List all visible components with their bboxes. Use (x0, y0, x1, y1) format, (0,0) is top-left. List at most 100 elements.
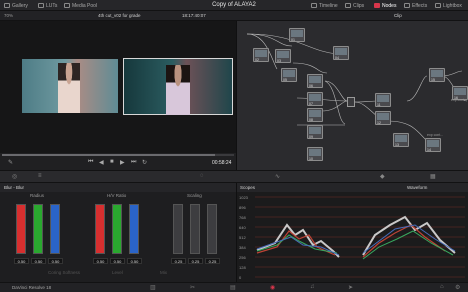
node[interactable]: 03 (275, 49, 291, 63)
rgb-mixer-icon[interactable]: ≡ (38, 173, 42, 179)
level-label: Level (112, 270, 123, 275)
scopes-icon[interactable]: ▦ (430, 173, 436, 180)
ratio-green-value[interactable]: 0.50 (110, 258, 125, 264)
play-icon[interactable]: ▶ (120, 159, 125, 166)
graded-image (123, 58, 233, 115)
ratio-blue-slider[interactable] (129, 204, 139, 254)
timeline-tab[interactable]: Timeline (311, 1, 338, 10)
duration-timecode: 00:58:24 (212, 160, 232, 166)
node[interactable]: 06 (307, 74, 323, 88)
timecode: 18:17:40:07 (182, 13, 206, 18)
node-label: exp.cont... (451, 98, 468, 102)
media-page-icon[interactable]: ▥ (150, 284, 156, 291)
nodes-tab[interactable]: Nodes (374, 1, 396, 10)
scaling-green-value[interactable]: 0.25 (188, 258, 203, 264)
stop-icon[interactable]: ■ (110, 159, 114, 165)
clips-tab[interactable]: Clips (345, 1, 364, 10)
zoom-level[interactable]: 70% (4, 13, 13, 18)
transport-controls: ✎ ⏮ ◀ ■ ▶ ⏭ ↻ 00:58:24 (0, 153, 236, 170)
radius-red-slider[interactable] (16, 204, 26, 254)
node[interactable]: 15 (429, 68, 445, 82)
timeline-icon (311, 3, 317, 8)
radius-blue-value[interactable]: 0.50 (48, 258, 63, 264)
edit-page-icon[interactable]: ▤ (230, 284, 236, 291)
mix-label: Mix (160, 270, 167, 275)
radius-green-value[interactable]: 0.50 (31, 258, 46, 264)
blur-panel-header: Blur - Blur (0, 183, 236, 192)
color-wheels-icon[interactable]: ◎ (12, 173, 17, 180)
jog-forward-icon[interactable]: ⏭ (131, 159, 136, 166)
scopes-panel: Scopes Waveform 1023 896 768 640 512 384… (236, 183, 468, 282)
palette-toolbar: ◎ ≡ ◌ ∿ ◆ ▦ (0, 170, 468, 183)
node[interactable]: 02 (253, 48, 269, 62)
viewer-header: 70% 4th cut_v02 for grade 18:17:40:07 Cl… (0, 11, 468, 21)
coring-softness-label: Coring Softness (48, 270, 81, 275)
ratio-green-slider[interactable] (112, 204, 122, 254)
home-icon[interactable]: ⌂ (440, 284, 444, 290)
scaling-red-value[interactable]: 0.25 (171, 258, 186, 264)
app-name: DaVinci Resolve 18 (12, 285, 52, 290)
node[interactable]: 13 (393, 133, 409, 147)
node[interactable]: 11 (375, 93, 391, 107)
jog-backward-icon[interactable]: ⏮ (88, 159, 93, 166)
effects-tab[interactable]: Effects (404, 1, 427, 10)
hv-ratio-label: H/V Ratio (107, 193, 127, 198)
mixer-node[interactable] (347, 97, 355, 107)
radius-blue-slider[interactable] (50, 204, 60, 254)
ratio-red-value[interactable]: 0.50 (93, 258, 108, 264)
scaling-label: Scaling (187, 193, 202, 198)
scaling-red-slider[interactable] (173, 204, 183, 254)
viewer (0, 21, 236, 153)
node[interactable]: 08 (307, 108, 323, 122)
color-page-icon[interactable]: ◉ (270, 284, 275, 291)
cut-page-icon[interactable]: ✂ (190, 284, 195, 291)
gallery-icon (4, 3, 10, 8)
media-pool-icon (64, 3, 70, 8)
node[interactable]: 12 (375, 111, 391, 125)
media-pool-tab[interactable]: Media Pool (64, 1, 97, 10)
node-label: exp cont... (427, 133, 444, 137)
node-mode-select[interactable]: Clip (394, 13, 402, 18)
radius-green-slider[interactable] (33, 204, 43, 254)
node[interactable]: 05 (281, 68, 297, 82)
gallery-tab[interactable]: Gallery (4, 1, 28, 10)
settings-icon[interactable]: ⚙ (455, 284, 460, 291)
scopes-header: Scopes Waveform (237, 183, 468, 192)
lightbox-tab[interactable]: Lightbox (435, 1, 462, 10)
waveform-display (255, 196, 465, 278)
blur-icon[interactable]: ◌ (200, 173, 204, 179)
deliver-page-icon[interactable]: ➤ (348, 284, 353, 291)
ratio-red-slider[interactable] (95, 204, 105, 254)
node[interactable]: 14 (425, 138, 441, 152)
radius-red-value[interactable]: 0.50 (14, 258, 29, 264)
keyframes-icon[interactable]: ◆ (380, 173, 385, 180)
scaling-blue-slider[interactable] (207, 204, 217, 254)
node-editor[interactable]: 01 02 03 04 05 06 07 08 09 10 11 12 13 1… (236, 21, 468, 170)
scrubber[interactable] (2, 154, 234, 156)
fairlight-page-icon[interactable]: ♫ (310, 284, 315, 290)
scaling-green-slider[interactable] (190, 204, 200, 254)
node[interactable]: 04 (333, 46, 349, 60)
edit-icon[interactable]: ✎ (8, 159, 13, 166)
blur-panel: Radius H/V Ratio Scaling 0.50 0.50 0.50 … (0, 192, 236, 282)
ratio-blue-value[interactable]: 0.50 (127, 258, 142, 264)
node[interactable]: 09 (307, 125, 323, 139)
scaling-blue-value[interactable]: 0.25 (205, 258, 220, 264)
radius-label: Radius (30, 193, 45, 198)
clip-name: 4th cut_v02 for grade (98, 13, 141, 18)
clips-icon (345, 3, 351, 8)
loop-icon[interactable]: ↻ (142, 159, 147, 166)
luts-tab[interactable]: LUTs (38, 1, 57, 10)
play-reverse-icon[interactable]: ◀ (99, 159, 104, 166)
nodes-icon (374, 3, 380, 8)
node[interactable]: 07 (307, 92, 323, 106)
luts-icon (38, 3, 44, 8)
scope-mode-select[interactable]: Waveform (407, 185, 427, 190)
lightbox-icon (435, 3, 441, 8)
curves-icon[interactable]: ∿ (275, 173, 280, 180)
node[interactable]: 01 (289, 28, 305, 42)
waveform-scale: 1023 896 768 640 512 384 256 128 0 (239, 195, 248, 280)
effects-icon (404, 3, 410, 8)
node[interactable]: 10 (307, 147, 323, 161)
original-image (22, 59, 118, 113)
